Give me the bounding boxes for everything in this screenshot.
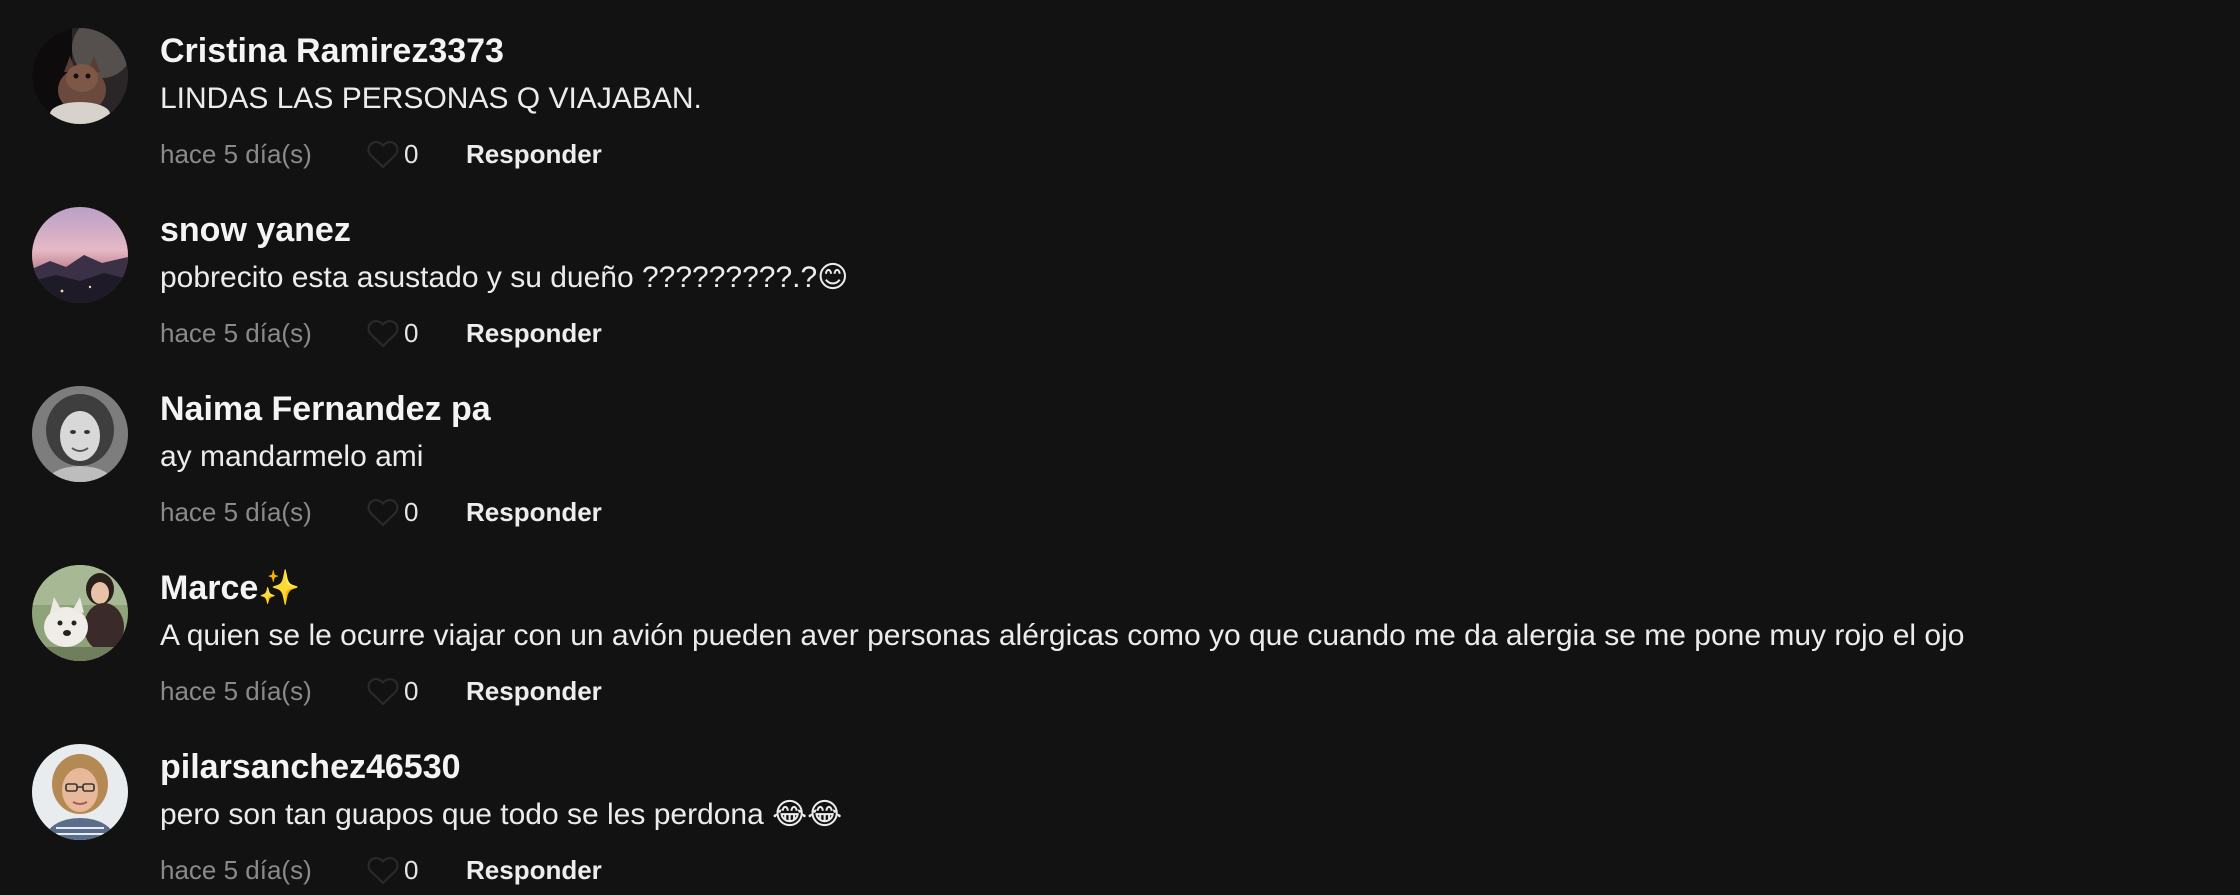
avatar[interactable] (32, 744, 128, 840)
comment-timestamp: hace 5 día(s) (160, 675, 312, 706)
comment-timestamp: hace 5 día(s) (160, 138, 312, 169)
comment-meta: hace 5 día(s) 0 Responder (160, 313, 602, 353)
comment-username[interactable]: Marce✨ (160, 565, 301, 611)
reply-button[interactable]: Responder (466, 855, 602, 886)
comment-item: Naima Fernandez pa ay mandarmelo ami hac… (0, 358, 2240, 537)
comment-meta: hace 5 día(s) 0 Responder (160, 134, 602, 174)
comment-meta: hace 5 día(s) 0 Responder (160, 492, 602, 532)
heart-outline-icon (367, 319, 399, 348)
heart-outline-icon (367, 856, 399, 885)
comment-meta: hace 5 día(s) 0 Responder (160, 671, 602, 711)
like-button[interactable] (366, 137, 404, 171)
comment-text: pero son tan guapos que todo se les perd… (160, 798, 843, 831)
reply-button[interactable]: Responder (466, 139, 602, 170)
comment-text: A quien se le ocurre viajar con un avión… (160, 619, 1965, 652)
reply-button[interactable]: Responder (466, 318, 602, 349)
avatar-image-cat (32, 28, 128, 124)
reply-button[interactable]: Responder (466, 497, 602, 528)
like-button[interactable] (366, 316, 404, 350)
comment-username[interactable]: pilarsanchez46530 (160, 744, 461, 790)
comment-text: ay mandarmelo ami (160, 440, 424, 473)
avatar-image-portrait (32, 386, 128, 482)
avatar-image-woman-glasses (32, 744, 128, 840)
comment-item: snow yanez pobrecito esta asustado y su … (0, 179, 2240, 358)
avatar[interactable] (32, 207, 128, 303)
comment-username[interactable]: Cristina Ramirez3373 (160, 28, 504, 74)
heart-outline-icon (367, 677, 399, 706)
like-button[interactable] (366, 674, 404, 708)
reply-button[interactable]: Responder (466, 676, 602, 707)
comment-timestamp: hace 5 día(s) (160, 854, 312, 885)
comment-item: Marce✨ A quien se le ocurre viajar con u… (0, 537, 2240, 716)
like-count: 0 (404, 138, 419, 169)
comment-timestamp: hace 5 día(s) (160, 496, 312, 527)
comment-item: Cristina Ramirez3373 LINDAS LAS PERSONAS… (0, 0, 2240, 179)
comment-item: pilarsanchez46530 pero son tan guapos qu… (0, 716, 2240, 895)
avatar[interactable] (32, 386, 128, 482)
like-count: 0 (404, 854, 419, 885)
like-count: 0 (404, 675, 419, 706)
comment-username[interactable]: snow yanez (160, 207, 351, 253)
comment-timestamp: hace 5 día(s) (160, 317, 312, 348)
like-count: 0 (404, 317, 419, 348)
heart-outline-icon (367, 498, 399, 527)
comment-meta: hace 5 día(s) 0 Responder (160, 850, 602, 890)
comment-text: LINDAS LAS PERSONAS Q VIAJABAN. (160, 82, 702, 115)
avatar-image-sunset (32, 207, 128, 303)
like-button[interactable] (366, 853, 404, 887)
avatar[interactable] (32, 28, 128, 124)
like-count: 0 (404, 496, 419, 527)
heart-outline-icon (367, 140, 399, 169)
like-button[interactable] (366, 495, 404, 529)
comment-username[interactable]: Naima Fernandez pa (160, 386, 491, 432)
avatar-image-dog-selfie (32, 565, 128, 661)
avatar[interactable] (32, 565, 128, 661)
comment-text: pobrecito esta asustado y su dueño ?????… (160, 261, 849, 294)
